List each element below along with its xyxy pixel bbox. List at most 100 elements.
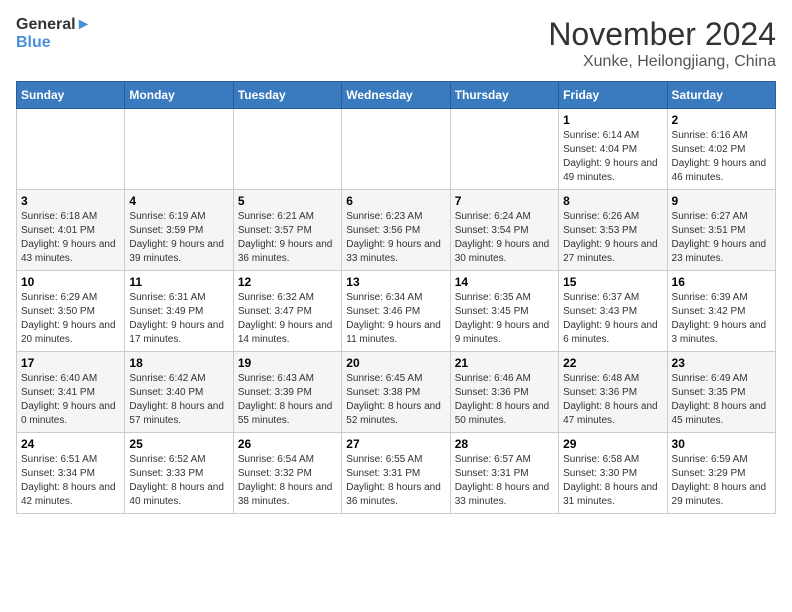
calendar-cell: 20 Sunrise: 6:45 AM Sunset: 3:38 PM Dayli… bbox=[342, 352, 450, 433]
day-number: 26 bbox=[238, 437, 337, 451]
calendar-cell: 9 Sunrise: 6:27 AM Sunset: 3:51 PM Daylig… bbox=[667, 190, 775, 271]
calendar-week-row: 17 Sunrise: 6:40 AM Sunset: 3:41 PM Dayli… bbox=[17, 352, 776, 433]
calendar-cell: 29 Sunrise: 6:58 AM Sunset: 3:30 PM Dayli… bbox=[559, 433, 667, 514]
day-info: Sunrise: 6:21 AM Sunset: 3:57 PM Dayligh… bbox=[238, 210, 337, 266]
page-header: General► Blue November 2024 Xunke, Heilo… bbox=[16, 16, 776, 71]
day-info: Sunrise: 6:51 AM Sunset: 3:34 PM Dayligh… bbox=[21, 453, 120, 509]
day-info: Sunrise: 6:49 AM Sunset: 3:35 PM Dayligh… bbox=[672, 372, 771, 428]
calendar-week-row: 24 Sunrise: 6:51 AM Sunset: 3:34 PM Dayli… bbox=[17, 433, 776, 514]
calendar-cell: 10 Sunrise: 6:29 AM Sunset: 3:50 PM Dayli… bbox=[17, 271, 125, 352]
day-number: 21 bbox=[455, 356, 554, 370]
calendar-cell: 5 Sunrise: 6:21 AM Sunset: 3:57 PM Daylig… bbox=[233, 190, 341, 271]
day-number: 17 bbox=[21, 356, 120, 370]
calendar-cell: 15Sunrise: 6:37 AM Sunset: 3:43 PM Dayli… bbox=[559, 271, 667, 352]
day-info: Sunrise: 6:34 AM Sunset: 3:46 PM Dayligh… bbox=[346, 291, 445, 347]
calendar-week-row: 1 Sunrise: 6:14 AM Sunset: 4:04 PM Daylig… bbox=[17, 109, 776, 190]
calendar-cell: 14Sunrise: 6:35 AM Sunset: 3:45 PM Dayli… bbox=[450, 271, 558, 352]
calendar-week-row: 10 Sunrise: 6:29 AM Sunset: 3:50 PM Dayli… bbox=[17, 271, 776, 352]
day-info: Sunrise: 6:19 AM Sunset: 3:59 PM Dayligh… bbox=[129, 210, 228, 266]
day-info: Sunrise: 6:54 AM Sunset: 3:32 PM Dayligh… bbox=[238, 453, 337, 509]
calendar-header-row: SundayMondayTuesdayWednesdayThursdayFrid… bbox=[17, 82, 776, 109]
calendar-cell bbox=[17, 109, 125, 190]
day-number: 30 bbox=[672, 437, 771, 451]
day-info: Sunrise: 6:46 AM Sunset: 3:36 PM Dayligh… bbox=[455, 372, 554, 428]
day-number: 25 bbox=[129, 437, 228, 451]
calendar-cell: 25Sunrise: 6:52 AM Sunset: 3:33 PM Dayli… bbox=[125, 433, 233, 514]
day-number: 1 bbox=[563, 113, 662, 127]
day-number: 29 bbox=[563, 437, 662, 451]
calendar-cell: 27Sunrise: 6:55 AM Sunset: 3:31 PM Dayli… bbox=[342, 433, 450, 514]
calendar-cell: 28 Sunrise: 6:57 AM Sunset: 3:31 PM Dayli… bbox=[450, 433, 558, 514]
title-area: November 2024 Xunke, Heilongjiang, China bbox=[548, 16, 776, 71]
calendar-cell: 6 Sunrise: 6:23 AM Sunset: 3:56 PM Daylig… bbox=[342, 190, 450, 271]
calendar-cell: 11Sunrise: 6:31 AM Sunset: 3:49 PM Dayli… bbox=[125, 271, 233, 352]
calendar-cell: 22Sunrise: 6:48 AM Sunset: 3:36 PM Dayli… bbox=[559, 352, 667, 433]
calendar-cell: 24 Sunrise: 6:51 AM Sunset: 3:34 PM Dayli… bbox=[17, 433, 125, 514]
calendar-cell bbox=[233, 109, 341, 190]
day-number: 16 bbox=[672, 275, 771, 289]
day-info: Sunrise: 6:24 AM Sunset: 3:54 PM Dayligh… bbox=[455, 210, 554, 266]
day-of-week-header: Saturday bbox=[667, 82, 775, 109]
calendar-cell: 18 Sunrise: 6:42 AM Sunset: 3:40 PM Dayli… bbox=[125, 352, 233, 433]
day-info: Sunrise: 6:43 AM Sunset: 3:39 PM Dayligh… bbox=[238, 372, 337, 428]
day-info: Sunrise: 6:57 AM Sunset: 3:31 PM Dayligh… bbox=[455, 453, 554, 509]
day-of-week-header: Tuesday bbox=[233, 82, 341, 109]
calendar-cell: 12 Sunrise: 6:32 AM Sunset: 3:47 PM Dayli… bbox=[233, 271, 341, 352]
day-number: 18 bbox=[129, 356, 228, 370]
day-of-week-header: Thursday bbox=[450, 82, 558, 109]
day-number: 4 bbox=[129, 194, 228, 208]
calendar-cell: 3 Sunrise: 6:18 AM Sunset: 4:01 PM Daylig… bbox=[17, 190, 125, 271]
day-number: 5 bbox=[238, 194, 337, 208]
day-number: 9 bbox=[672, 194, 771, 208]
calendar-cell bbox=[450, 109, 558, 190]
day-number: 12 bbox=[238, 275, 337, 289]
calendar-cell: 26 Sunrise: 6:54 AM Sunset: 3:32 PM Dayli… bbox=[233, 433, 341, 514]
day-number: 24 bbox=[21, 437, 120, 451]
month-title: November 2024 bbox=[548, 16, 776, 53]
day-info: Sunrise: 6:37 AM Sunset: 3:43 PM Dayligh… bbox=[563, 291, 662, 347]
calendar-cell: 23 Sunrise: 6:49 AM Sunset: 3:35 PM Dayli… bbox=[667, 352, 775, 433]
calendar-cell: 2Sunrise: 6:16 AM Sunset: 4:02 PM Daylig… bbox=[667, 109, 775, 190]
calendar-cell: 16Sunrise: 6:39 AM Sunset: 3:42 PM Dayli… bbox=[667, 271, 775, 352]
day-info: Sunrise: 6:32 AM Sunset: 3:47 PM Dayligh… bbox=[238, 291, 337, 347]
day-info: Sunrise: 6:40 AM Sunset: 3:41 PM Dayligh… bbox=[21, 372, 120, 428]
day-info: Sunrise: 6:29 AM Sunset: 3:50 PM Dayligh… bbox=[21, 291, 120, 347]
calendar-cell bbox=[125, 109, 233, 190]
calendar-week-row: 3 Sunrise: 6:18 AM Sunset: 4:01 PM Daylig… bbox=[17, 190, 776, 271]
day-info: Sunrise: 6:14 AM Sunset: 4:04 PM Dayligh… bbox=[563, 129, 662, 185]
day-number: 7 bbox=[455, 194, 554, 208]
day-info: Sunrise: 6:58 AM Sunset: 3:30 PM Dayligh… bbox=[563, 453, 662, 509]
day-number: 10 bbox=[21, 275, 120, 289]
day-info: Sunrise: 6:16 AM Sunset: 4:02 PM Dayligh… bbox=[672, 129, 771, 185]
day-info: Sunrise: 6:59 AM Sunset: 3:29 PM Dayligh… bbox=[672, 453, 771, 509]
calendar-table: SundayMondayTuesdayWednesdayThursdayFrid… bbox=[16, 81, 776, 514]
calendar-cell: 21 Sunrise: 6:46 AM Sunset: 3:36 PM Dayli… bbox=[450, 352, 558, 433]
day-info: Sunrise: 6:45 AM Sunset: 3:38 PM Dayligh… bbox=[346, 372, 445, 428]
calendar-cell: 19 Sunrise: 6:43 AM Sunset: 3:39 PM Dayli… bbox=[233, 352, 341, 433]
day-number: 27 bbox=[346, 437, 445, 451]
day-number: 6 bbox=[346, 194, 445, 208]
location-title: Xunke, Heilongjiang, China bbox=[548, 53, 776, 71]
day-number: 28 bbox=[455, 437, 554, 451]
day-info: Sunrise: 6:18 AM Sunset: 4:01 PM Dayligh… bbox=[21, 210, 120, 266]
day-of-week-header: Monday bbox=[125, 82, 233, 109]
calendar-cell: 4 Sunrise: 6:19 AM Sunset: 3:59 PM Daylig… bbox=[125, 190, 233, 271]
calendar-cell: 13 Sunrise: 6:34 AM Sunset: 3:46 PM Dayli… bbox=[342, 271, 450, 352]
day-number: 8 bbox=[563, 194, 662, 208]
calendar-cell: 30 Sunrise: 6:59 AM Sunset: 3:29 PM Dayli… bbox=[667, 433, 775, 514]
day-info: Sunrise: 6:27 AM Sunset: 3:51 PM Dayligh… bbox=[672, 210, 771, 266]
day-info: Sunrise: 6:42 AM Sunset: 3:40 PM Dayligh… bbox=[129, 372, 228, 428]
day-number: 20 bbox=[346, 356, 445, 370]
day-number: 23 bbox=[672, 356, 771, 370]
logo: General► Blue bbox=[16, 16, 91, 51]
day-number: 19 bbox=[238, 356, 337, 370]
day-info: Sunrise: 6:35 AM Sunset: 3:45 PM Dayligh… bbox=[455, 291, 554, 347]
day-of-week-header: Wednesday bbox=[342, 82, 450, 109]
day-number: 3 bbox=[21, 194, 120, 208]
day-info: Sunrise: 6:23 AM Sunset: 3:56 PM Dayligh… bbox=[346, 210, 445, 266]
day-info: Sunrise: 6:26 AM Sunset: 3:53 PM Dayligh… bbox=[563, 210, 662, 266]
calendar-cell: 8 Sunrise: 6:26 AM Sunset: 3:53 PM Daylig… bbox=[559, 190, 667, 271]
day-number: 13 bbox=[346, 275, 445, 289]
calendar-cell: 1 Sunrise: 6:14 AM Sunset: 4:04 PM Daylig… bbox=[559, 109, 667, 190]
day-number: 11 bbox=[129, 275, 228, 289]
